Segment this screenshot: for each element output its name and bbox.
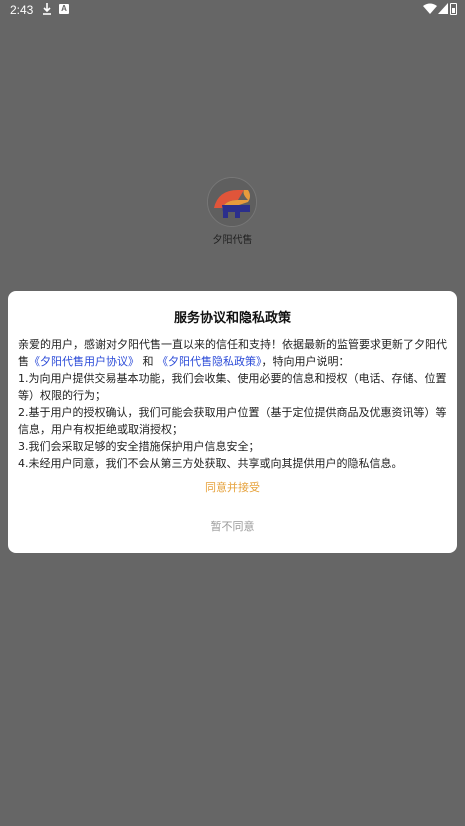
- and-text: 和: [142, 355, 154, 368]
- policy-item-4: 4.未经用户同意，我们不会从第三方处获取、共享或向其提供用户的隐私信息。: [18, 457, 403, 470]
- logo-graphic-icon: [208, 178, 256, 226]
- app-name: 夕阳代售: [212, 235, 253, 246]
- dialog-intro: 亲爱的用户，感谢对夕阳代售一直以来的信任和支持！依据最新的监管要求更新了夕阳代售…: [18, 336, 449, 370]
- user-agreement-link[interactable]: 《夕阳代售用户协议》: [29, 355, 139, 368]
- policy-item-1: 1.为向用户提供交易基本功能，我们会收集、使用必要的信息和授权（电话、存储、位置…: [18, 372, 447, 402]
- signal-icon: [438, 3, 448, 14]
- policy-item-3: 3.我们会采取足够的安全措施保护用户信息安全；: [18, 440, 260, 453]
- app-logo: [207, 177, 257, 227]
- download-icon: [43, 3, 51, 15]
- wifi-icon: [423, 3, 437, 14]
- privacy-policy-link[interactable]: 《夕阳代售隐私政策》: [157, 355, 262, 368]
- privacy-dialog: 服务协议和隐私政策 亲爱的用户，感谢对夕阳代售一直以来的信任和支持！依据最新的监…: [8, 291, 457, 553]
- dialog-body: 亲爱的用户，感谢对夕阳代售一直以来的信任和支持！依据最新的监管要求更新了夕阳代售…: [18, 336, 449, 472]
- agree-button[interactable]: 同意并接受: [8, 477, 457, 499]
- status-bar: 2:43 A: [0, 0, 465, 20]
- decline-button[interactable]: 暂不同意: [8, 516, 457, 538]
- dialog-title: 服务协议和隐私政策: [173, 311, 291, 326]
- policy-item-2: 2.基于用户的授权确认，我们可能会获取用户位置（基于定位提供商品及优惠资讯等）等…: [18, 406, 447, 436]
- status-time: 2:43: [10, 3, 34, 17]
- intro-suffix: ，特向用户说明：: [261, 355, 350, 368]
- battery-icon: [450, 3, 457, 15]
- a-notification-icon: A: [59, 4, 69, 14]
